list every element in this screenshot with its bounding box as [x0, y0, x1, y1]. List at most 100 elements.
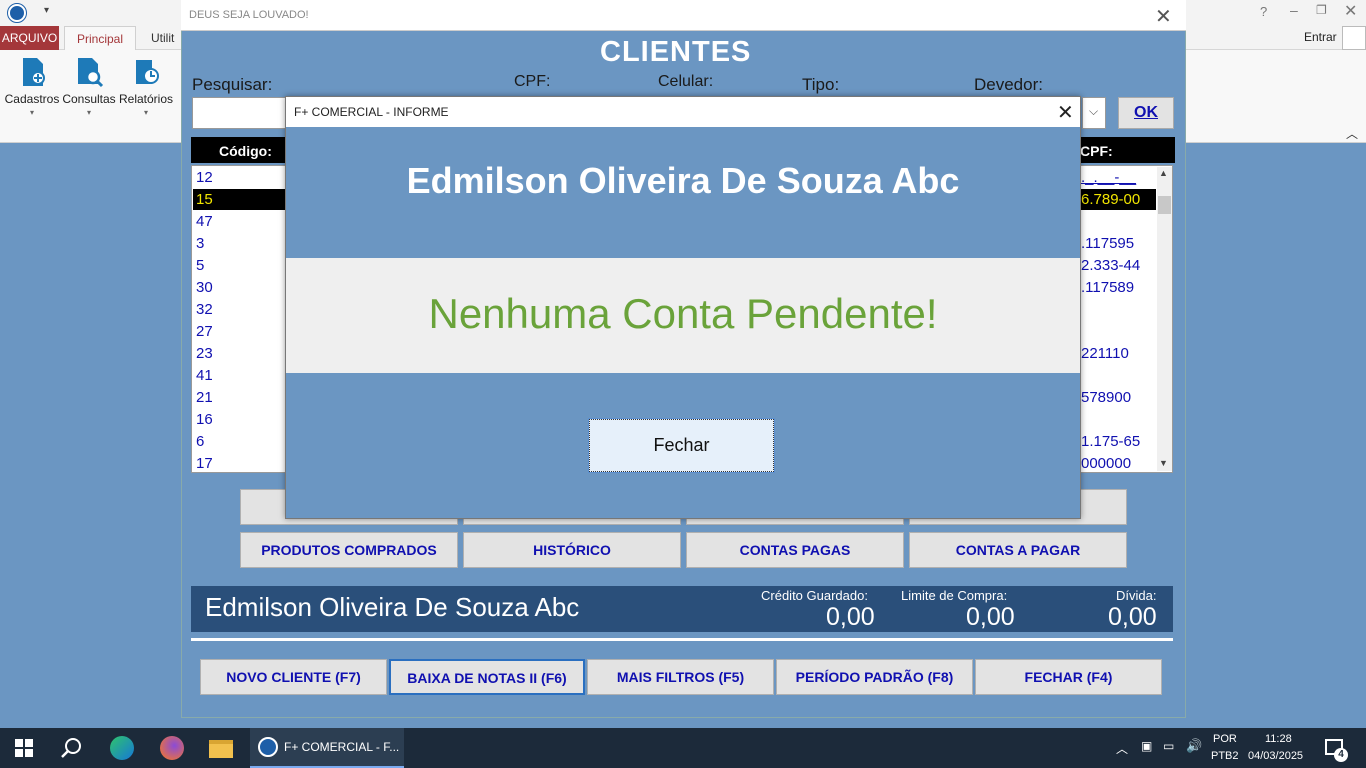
- relatorios-label: Relatórios: [118, 92, 174, 106]
- form-title: DEUS SEJA LOUVADO!: [189, 9, 309, 21]
- divida-value: 0,00: [1108, 603, 1157, 631]
- tab-utilitarios[interactable]: Utilit: [151, 26, 174, 50]
- table-row-cpf[interactable]: .117589: [1081, 279, 1134, 296]
- dialog-close-icon[interactable]: ✕: [1057, 100, 1074, 125]
- cadastros-icon: [23, 58, 45, 86]
- table-row-cpf[interactable]: ._.__-__: [1081, 169, 1136, 186]
- produtos-comprados-button[interactable]: PRODUTOS COMPRADOS: [240, 532, 458, 568]
- dialog-title: F+ COMERCIAL - INFORME: [294, 105, 449, 119]
- taskbar-app-label: F+ COMERCIAL - F...: [284, 740, 400, 754]
- form-close-icon[interactable]: ✕: [1155, 4, 1172, 29]
- table-row-code[interactable]: 6: [196, 433, 204, 455]
- relatorios-icon: [136, 60, 159, 84]
- tray-chevron-up-icon[interactable]: ︿: [1116, 740, 1128, 757]
- edge-browser-icon[interactable]: [110, 736, 134, 760]
- selected-client-name: Edmilson Oliveira De Souza Abc: [205, 592, 580, 622]
- contas-pagas-button[interactable]: CONTAS PAGAS: [686, 532, 904, 568]
- table-row-code[interactable]: 27: [196, 323, 213, 345]
- form-titlebar: [181, 0, 1186, 31]
- table-row-code[interactable]: 21: [196, 389, 213, 411]
- language-indicator[interactable]: POR: [1213, 733, 1237, 745]
- cadastros-button[interactable]: Cadastros ▾: [4, 56, 60, 117]
- collapse-ribbon-icon[interactable]: ︿: [1346, 125, 1358, 142]
- tab-arquivo[interactable]: ARQUIVO: [0, 26, 59, 50]
- divida-label: Dívida:: [1116, 588, 1157, 603]
- credito-value: 0,00: [826, 603, 875, 631]
- baixa-de-notas-button[interactable]: BAIXA DE NOTAS II (F6): [389, 659, 585, 695]
- consultas-icon: [78, 58, 104, 88]
- table-row-code[interactable]: 41: [196, 367, 213, 389]
- tab-principal[interactable]: Principal: [64, 26, 136, 51]
- avatar[interactable]: [1342, 26, 1366, 50]
- scrollbar-thumb[interactable]: [1158, 196, 1171, 214]
- column-header-cpf: CPF:: [1080, 143, 1113, 159]
- dialog-client-name: Edmilson Oliveira De Souza Abc: [406, 160, 960, 201]
- mais-filtros-button[interactable]: MAIS FILTROS (F5): [587, 659, 774, 695]
- clock-time[interactable]: 11:28: [1265, 733, 1292, 745]
- volume-icon[interactable]: 🔊: [1186, 738, 1202, 754]
- table-row-code[interactable]: 47: [196, 213, 213, 235]
- table-row-cpf[interactable]: 221110: [1081, 345, 1129, 362]
- consultas-button[interactable]: Consultas ▾: [61, 56, 117, 117]
- search-input[interactable]: [192, 97, 292, 129]
- chevron-down-icon: ▾: [86, 108, 91, 117]
- tipo-label: Tipo:: [802, 75, 840, 94]
- table-row-cpf[interactable]: .117595: [1081, 235, 1134, 252]
- table-row-code[interactable]: 32: [196, 301, 213, 323]
- scroll-up-icon[interactable]: ▲: [1159, 168, 1168, 178]
- devedor-label: Devedor:: [974, 75, 1043, 94]
- app-close-icon[interactable]: ✕: [1344, 1, 1357, 21]
- cpf-label: CPF:: [514, 73, 551, 90]
- devedor-dropdown[interactable]: ⌵: [1082, 97, 1106, 129]
- fechar-form-button[interactable]: FECHAR (F4): [975, 659, 1162, 695]
- help-icon[interactable]: ?: [1260, 4, 1267, 19]
- chevron-down-icon: ⌵: [1089, 104, 1099, 118]
- search-icon[interactable]: [60, 736, 84, 760]
- windows-start-icon[interactable]: [15, 739, 33, 762]
- celular-label: Celular:: [658, 73, 714, 90]
- table-row-cpf[interactable]: 1.175-65: [1081, 433, 1140, 450]
- periodo-padrao-button[interactable]: PERÍODO PADRÃO (F8): [776, 659, 973, 695]
- novo-cliente-button[interactable]: NOVO CLIENTE (F7): [200, 659, 387, 695]
- clock-date[interactable]: 04/03/2025: [1248, 750, 1303, 762]
- dialog-fechar-button[interactable]: Fechar: [588, 418, 775, 473]
- consultas-label: Consultas: [62, 92, 116, 106]
- ok-button[interactable]: OK: [1118, 97, 1174, 129]
- table-row-cpf[interactable]: 2.333-44: [1081, 257, 1140, 274]
- table-row-cpf[interactable]: 578900: [1081, 389, 1131, 406]
- minimize-icon[interactable]: –: [1290, 2, 1298, 18]
- table-row-code[interactable]: 23: [196, 345, 213, 367]
- file-explorer-icon[interactable]: [209, 740, 233, 758]
- restore-icon[interactable]: ❐: [1316, 3, 1327, 17]
- taskbar: [0, 728, 1366, 768]
- relatorios-button[interactable]: Relatórios ▾: [118, 56, 174, 117]
- limite-label: Limite de Compra:: [901, 588, 1008, 603]
- credito-label: Crédito Guardado:: [761, 588, 868, 603]
- table-row-cpf[interactable]: 000000: [1081, 455, 1131, 472]
- app-logo-icon: [7, 3, 27, 23]
- table-row-code[interactable]: 17: [196, 455, 213, 477]
- table-row-cpf-selected[interactable]: 6.789-00: [1081, 191, 1140, 208]
- notification-count-badge: 4: [1334, 748, 1348, 762]
- table-row-code-selected[interactable]: 15: [196, 191, 213, 213]
- keyboard-layout[interactable]: PTB2: [1211, 750, 1239, 762]
- table-row-code[interactable]: 3: [196, 235, 204, 257]
- dialog-message: Nenhuma Conta Pendente!: [428, 290, 938, 337]
- historico-button[interactable]: HISTÓRICO: [463, 532, 681, 568]
- table-row-code[interactable]: 16: [196, 411, 213, 433]
- scroll-down-icon[interactable]: ▼: [1159, 458, 1168, 468]
- limite-value: 0,00: [966, 603, 1015, 631]
- page-title: CLIENTES: [600, 36, 752, 68]
- tray-device-icon[interactable]: ▣: [1141, 739, 1152, 753]
- table-row-code[interactable]: 30: [196, 279, 213, 301]
- contas-a-pagar-button[interactable]: CONTAS A PAGAR: [909, 532, 1127, 568]
- sign-in-link[interactable]: Entrar: [1304, 30, 1337, 44]
- column-header-codigo: Código:: [219, 143, 272, 159]
- table-row-code[interactable]: 5: [196, 257, 204, 279]
- divider: [191, 638, 1173, 641]
- firefox-icon[interactable]: [160, 736, 184, 760]
- table-row-code[interactable]: 12: [196, 169, 213, 191]
- quick-access-chevron-icon[interactable]: ▾: [44, 5, 49, 16]
- pesquisar-label: Pesquisar:: [192, 75, 273, 94]
- network-icon[interactable]: ▭: [1163, 739, 1174, 753]
